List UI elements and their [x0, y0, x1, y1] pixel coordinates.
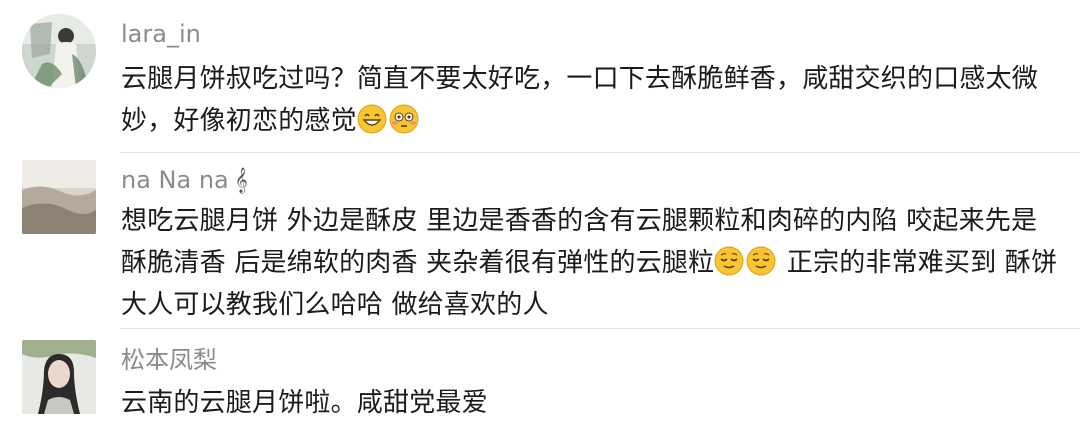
treble-clef-icon: 𝄞	[234, 168, 248, 193]
comment-item: na Na na 𝄞 想吃云腿月饼 外边是酥皮 里边是香香的含有云腿颗粒和肉碎的内…	[0, 152, 1080, 328]
comment-text: 云南的云腿月饼啦。咸甜党最爱	[121, 388, 488, 418]
comment-username[interactable]: lara_in	[121, 19, 201, 49]
relieved-face-icon	[746, 246, 776, 276]
comment-username[interactable]: 松本凤梨	[121, 345, 217, 375]
comment-item: lara_in 云腿月饼叔吃过吗？简直不要太好吃，一口下去酥脆鲜香，咸甜交织的口…	[0, 0, 1080, 152]
comment-item: 松本凤梨 云南的云腿月饼啦。咸甜党最爱	[0, 328, 1080, 433]
comment-text: 想吃云腿月饼 外边是酥皮 里边是香香的含有云腿颗粒和肉碎的内陷 咬起来先是酥脆清…	[121, 200, 1061, 326]
avatar[interactable]	[22, 160, 96, 234]
grinning-face-icon	[357, 104, 387, 134]
relieved-face-icon	[714, 246, 744, 276]
avatar[interactable]	[22, 340, 96, 414]
comment-text-content: 云腿月饼叔吃过吗？简直不要太好吃，一口下去酥脆鲜香，咸甜交织的口感太微妙，好像初…	[121, 64, 1039, 136]
flushed-face-icon	[389, 104, 419, 134]
comment-username[interactable]: na Na na 𝄞	[121, 165, 248, 196]
username-text: na Na na	[121, 166, 229, 194]
avatar[interactable]	[22, 14, 96, 88]
comment-text: 云腿月饼叔吃过吗？简直不要太好吃，一口下去酥脆鲜香，咸甜交织的口感太微妙，好像初…	[121, 58, 1061, 142]
